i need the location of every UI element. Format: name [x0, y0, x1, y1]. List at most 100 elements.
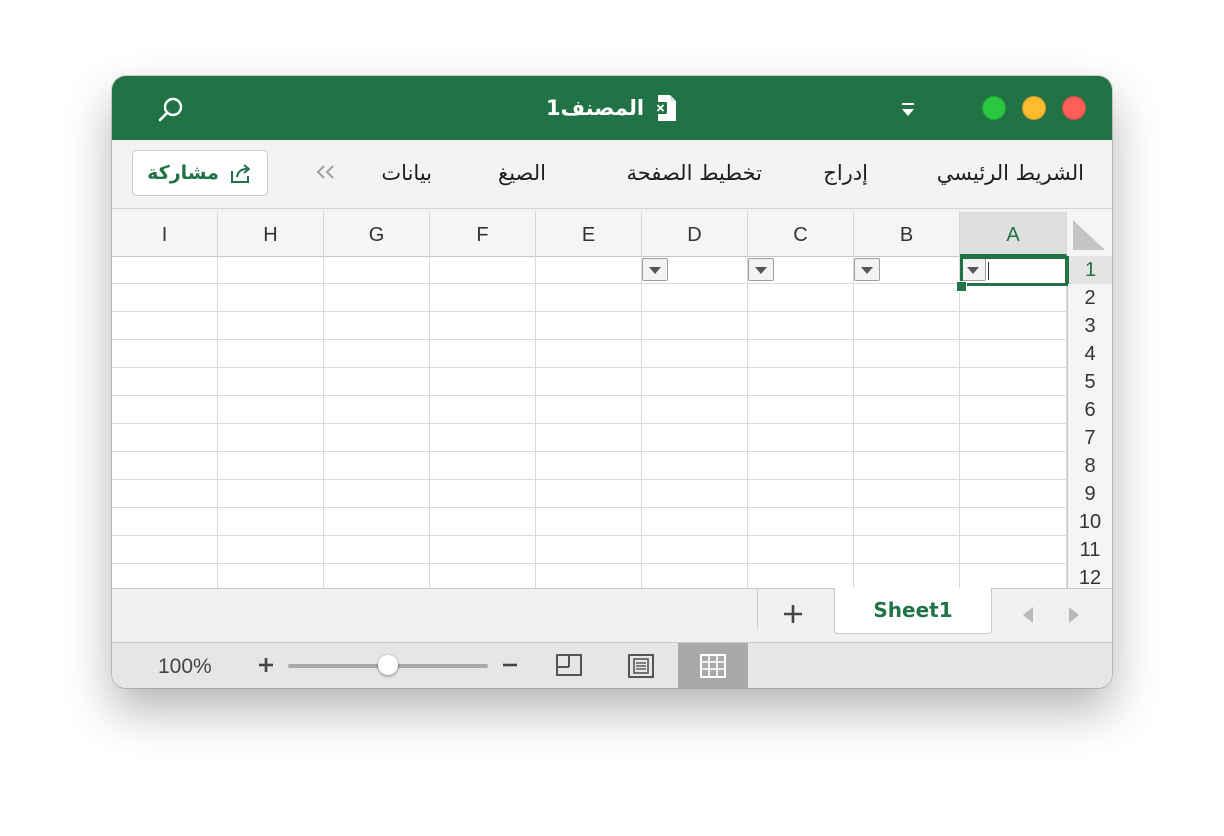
cell-h5[interactable]: [218, 368, 324, 396]
cell-b10[interactable]: [854, 508, 960, 536]
cell-h1[interactable]: [218, 256, 324, 284]
plus-icon[interactable]: [779, 600, 807, 628]
cell-e5[interactable]: [536, 368, 642, 396]
cell-d6[interactable]: [642, 396, 748, 424]
chevron-down-icon[interactable]: [898, 100, 918, 120]
cell-f5[interactable]: [430, 368, 536, 396]
cell-d12[interactable]: [642, 564, 748, 588]
cell-c11[interactable]: [748, 536, 854, 564]
cell-d5[interactable]: [642, 368, 748, 396]
cell-i1[interactable]: [112, 256, 218, 284]
cell-a6[interactable]: [960, 396, 1067, 424]
triangle-right-icon[interactable]: [1064, 603, 1084, 627]
filter-dropdown-button[interactable]: [642, 258, 668, 281]
tab-page-layout[interactable]: تخطيط الصفحة: [627, 158, 762, 188]
cell-c12[interactable]: [748, 564, 854, 588]
normal-view-button[interactable]: [678, 643, 748, 688]
cell-a10[interactable]: [960, 508, 1067, 536]
cell-b9[interactable]: [854, 480, 960, 508]
zoom-slider-thumb[interactable]: [378, 655, 398, 675]
cell-g8[interactable]: [324, 452, 430, 480]
zoom-out-icon[interactable]: [500, 655, 520, 675]
cell-e4[interactable]: [536, 340, 642, 368]
cell-c5[interactable]: [748, 368, 854, 396]
cell-d1[interactable]: [642, 256, 748, 284]
cell-g12[interactable]: [324, 564, 430, 588]
cell-f6[interactable]: [430, 396, 536, 424]
cell-d3[interactable]: [642, 312, 748, 340]
cell-h4[interactable]: [218, 340, 324, 368]
page-break-view-button[interactable]: [534, 643, 604, 688]
cell-b11[interactable]: [854, 536, 960, 564]
column-header-f[interactable]: F: [430, 212, 536, 256]
cell-h6[interactable]: [218, 396, 324, 424]
column-header-i[interactable]: I: [112, 212, 218, 256]
cell-f2[interactable]: [430, 284, 536, 312]
cell-h7[interactable]: [218, 424, 324, 452]
cell-i8[interactable]: [112, 452, 218, 480]
cell-i3[interactable]: [112, 312, 218, 340]
cell-a2[interactable]: [960, 284, 1067, 312]
double-chevron-icon[interactable]: [312, 160, 342, 184]
row-header-1[interactable]: 1: [1067, 256, 1112, 284]
cell-b7[interactable]: [854, 424, 960, 452]
tab-formulas[interactable]: الصيغ: [498, 158, 546, 188]
cell-f7[interactable]: [430, 424, 536, 452]
cell-h9[interactable]: [218, 480, 324, 508]
cell-a4[interactable]: [960, 340, 1067, 368]
cell-a3[interactable]: [960, 312, 1067, 340]
cell-c7[interactable]: [748, 424, 854, 452]
cell-c2[interactable]: [748, 284, 854, 312]
tab-data[interactable]: بيانات: [381, 158, 432, 188]
close-window-button[interactable]: [1062, 96, 1086, 120]
column-header-d[interactable]: D: [642, 212, 748, 256]
cell-c9[interactable]: [748, 480, 854, 508]
cell-e9[interactable]: [536, 480, 642, 508]
cell-f9[interactable]: [430, 480, 536, 508]
cell-f4[interactable]: [430, 340, 536, 368]
tab-home[interactable]: الشريط الرئيسي: [937, 158, 1084, 188]
cell-a5[interactable]: [960, 368, 1067, 396]
column-header-b[interactable]: B: [854, 212, 960, 256]
share-button[interactable]: مشاركة: [132, 150, 268, 196]
cell-i11[interactable]: [112, 536, 218, 564]
cell-g11[interactable]: [324, 536, 430, 564]
cell-d2[interactable]: [642, 284, 748, 312]
cell-f8[interactable]: [430, 452, 536, 480]
cell-b8[interactable]: [854, 452, 960, 480]
cell-e3[interactable]: [536, 312, 642, 340]
cell-g5[interactable]: [324, 368, 430, 396]
row-header-8[interactable]: 8: [1067, 452, 1112, 480]
cell-e11[interactable]: [536, 536, 642, 564]
cell-e8[interactable]: [536, 452, 642, 480]
row-header-7[interactable]: 7: [1067, 424, 1112, 452]
cell-d8[interactable]: [642, 452, 748, 480]
cell-a8[interactable]: [960, 452, 1067, 480]
cell-e10[interactable]: [536, 508, 642, 536]
fill-handle[interactable]: [956, 281, 967, 292]
triangle-left-icon[interactable]: [1018, 603, 1038, 627]
select-all-corner[interactable]: [1067, 212, 1112, 256]
cell-g9[interactable]: [324, 480, 430, 508]
cell-b4[interactable]: [854, 340, 960, 368]
cell-h10[interactable]: [218, 508, 324, 536]
cell-b1[interactable]: [854, 256, 960, 284]
cell-c10[interactable]: [748, 508, 854, 536]
cell-i6[interactable]: [112, 396, 218, 424]
cell-d11[interactable]: [642, 536, 748, 564]
filter-dropdown-button[interactable]: [960, 258, 986, 281]
cell-h12[interactable]: [218, 564, 324, 588]
row-header-11[interactable]: 11: [1067, 536, 1112, 564]
minimize-window-button[interactable]: [1022, 96, 1046, 120]
cell-b2[interactable]: [854, 284, 960, 312]
cell-c6[interactable]: [748, 396, 854, 424]
column-header-e[interactable]: E: [536, 212, 642, 256]
cell-b6[interactable]: [854, 396, 960, 424]
cell-i7[interactable]: [112, 424, 218, 452]
cell-f1[interactable]: [430, 256, 536, 284]
cell-e7[interactable]: [536, 424, 642, 452]
cell-h3[interactable]: [218, 312, 324, 340]
cell-i4[interactable]: [112, 340, 218, 368]
cell-a12[interactable]: [960, 564, 1067, 588]
cell-a11[interactable]: [960, 536, 1067, 564]
